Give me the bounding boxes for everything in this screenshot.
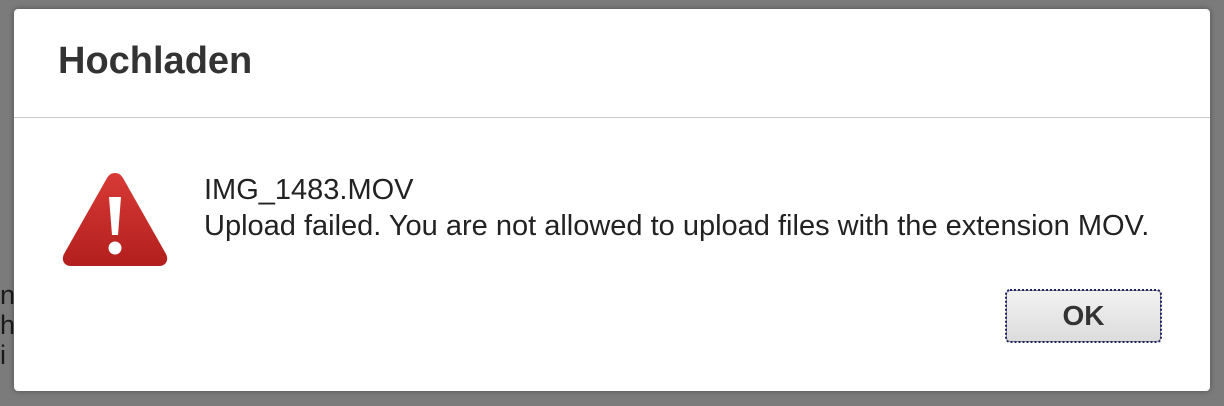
dialog-header: Hochladen — [14, 9, 1210, 118]
ok-button[interactable]: OK — [1005, 289, 1162, 343]
error-text: Upload failed. You are not allowed to up… — [204, 210, 1150, 242]
upload-error-dialog: Hochladen IMG_1483.MOV Upload failed. Yo… — [14, 9, 1210, 391]
warning-icon — [62, 173, 168, 266]
file-name: IMG_1483.MOV — [204, 174, 414, 206]
dialog-title: Hochladen — [58, 40, 253, 82]
error-message: IMG_1483.MOV Upload failed. You are not … — [204, 172, 1184, 244]
